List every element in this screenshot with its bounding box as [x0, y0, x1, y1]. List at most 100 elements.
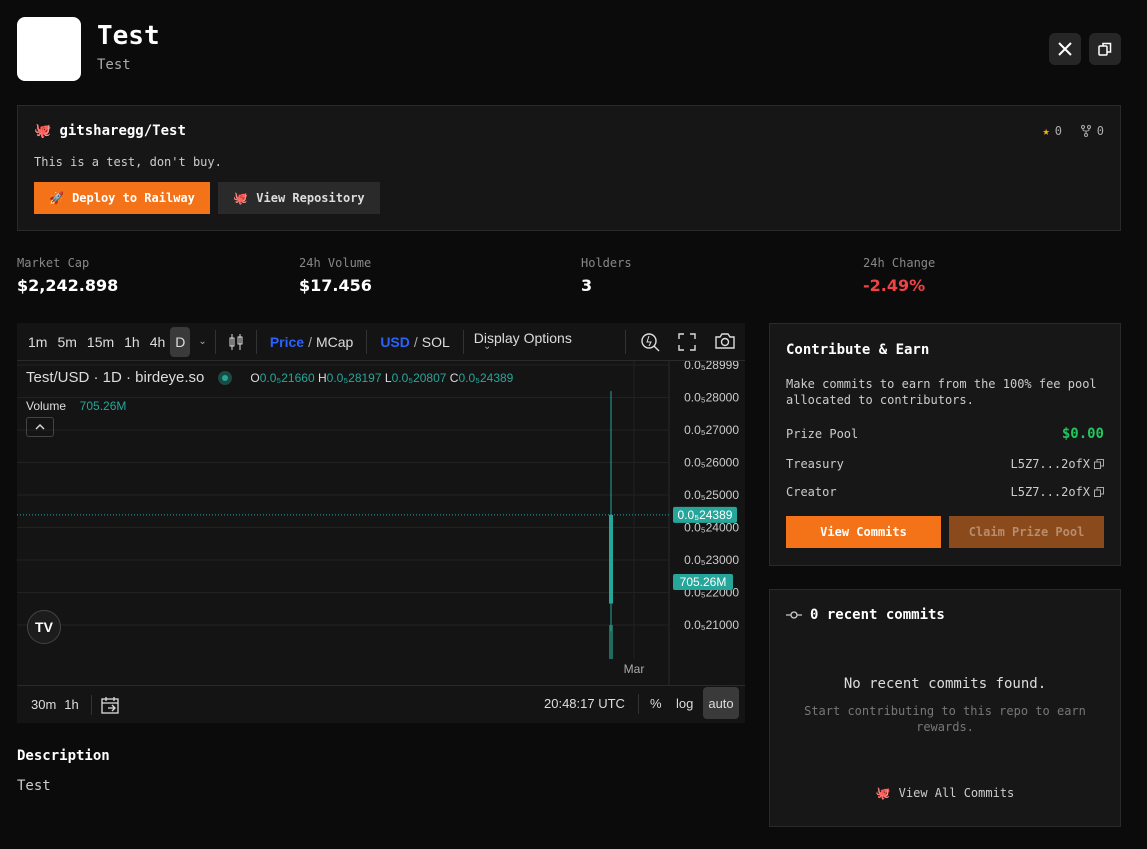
percent-scale-button[interactable]: % — [650, 696, 662, 711]
x-tick-label: Mar — [624, 662, 645, 676]
page-subtitle: Test — [97, 57, 131, 73]
view-all-commits-label: View All Commits — [898, 786, 1015, 800]
deploy-railway-button[interactable]: 🚀 Deploy to Railway — [34, 182, 210, 214]
toolbar-divider — [625, 330, 626, 354]
fork-count-value: 0 — [1096, 124, 1104, 138]
copy-icon[interactable] — [1094, 459, 1104, 469]
interval-1m[interactable]: 1m — [23, 334, 52, 350]
contribute-panel: Contribute & Earn Make commits to earn f… — [769, 323, 1121, 566]
stat-label: Market Cap — [17, 256, 90, 270]
calendar-goto-icon[interactable] — [100, 695, 120, 715]
stat-label: Holders — [581, 256, 632, 270]
auto-scale-button[interactable]: auto — [703, 687, 739, 719]
chevron-up-icon — [35, 424, 45, 430]
volume-value: 705.26M — [79, 399, 127, 413]
repo-card: 🐙 gitsharegg/Test This is a test, don't … — [17, 105, 1121, 231]
token-logo — [17, 17, 81, 81]
copy-button[interactable] — [1089, 33, 1121, 65]
chart-toolbar: 1m 5m 15m 1h 4h D ⌄ Price / MCap USD / S… — [17, 323, 745, 361]
footer-divider — [638, 694, 639, 714]
interval-15m[interactable]: 15m — [82, 334, 119, 350]
interval-d[interactable]: D — [170, 326, 191, 357]
ohlc-low: 0.0₅20807 — [391, 370, 447, 385]
interval-4h[interactable]: 4h — [145, 334, 171, 350]
copy-icon[interactable] — [1094, 487, 1104, 497]
view-repository-label: View Repository — [256, 191, 365, 205]
toggle-mcap[interactable]: MCap — [316, 334, 366, 350]
copy-icon — [1098, 42, 1112, 56]
range-1h[interactable]: 1h — [60, 697, 82, 712]
repo-name[interactable]: 🐙 gitsharegg/Test — [34, 123, 186, 139]
treasury-value: L5Z7...2ofX — [1010, 457, 1090, 471]
y-tick-label: 0.0₅23000 — [684, 553, 739, 567]
toggle-price[interactable]: Price — [257, 334, 304, 350]
chart-symbol[interactable]: Test/USD · 1D · birdeye.so — [26, 369, 204, 386]
display-options-button[interactable]: Display Options — [464, 330, 572, 346]
x-share-button[interactable] — [1049, 33, 1081, 65]
chart-legend: Test/USD · 1D · birdeye.so O0.0₅21660 H0… — [26, 369, 513, 386]
commits-panel: 0 recent commits No recent commits found… — [769, 589, 1121, 827]
tradingview-logo-icon[interactable]: TV — [27, 610, 61, 644]
interval-1h[interactable]: 1h — [119, 334, 145, 350]
chart-clock: 20:48:17 UTC — [544, 696, 625, 711]
treasury-label: Treasury — [786, 457, 844, 471]
creator-value: L5Z7...2ofX — [1010, 485, 1090, 499]
creator-label: Creator — [786, 485, 837, 499]
stat-market-cap: Market Cap $2,242.898 — [17, 256, 118, 295]
prize-pool-value: $0.00 — [1061, 426, 1104, 442]
repo-name-text: gitsharegg/Test — [59, 123, 186, 139]
camera-icon[interactable] — [714, 332, 736, 350]
claim-prize-pool-button[interactable]: Claim Prize Pool — [949, 516, 1104, 548]
chevron-down-icon[interactable]: ⌄ — [190, 336, 214, 347]
fork-icon — [1080, 125, 1091, 137]
empty-state-title: No recent commits found. — [843, 676, 1047, 692]
chevron-down-icon[interactable]: ⌄ — [483, 341, 491, 352]
treasury-address[interactable]: L5Z7...2ofX — [1011, 457, 1104, 471]
commits-title: 0 recent commits — [810, 607, 945, 623]
y-tick-label: 0.0₅28999 — [684, 361, 739, 372]
x-icon — [1058, 42, 1072, 56]
collapse-legend-button[interactable] — [26, 417, 54, 437]
rocket-icon: 🚀 — [49, 191, 65, 205]
range-30m[interactable]: 30m — [27, 697, 60, 712]
indicator-icon[interactable] — [639, 331, 661, 353]
octopus-icon: 🐙 — [34, 123, 52, 139]
star-count: ★ 0 — [1043, 124, 1062, 138]
prize-pool-label: Prize Pool — [786, 427, 859, 441]
view-repository-button[interactable]: 🐙 View Repository — [218, 182, 380, 214]
slash-separator: / — [308, 333, 312, 350]
commits-header: 0 recent commits — [786, 607, 945, 623]
toggle-usd[interactable]: USD — [367, 334, 410, 350]
deploy-label: Deploy to Railway — [72, 191, 195, 205]
stat-value: $17.456 — [299, 276, 372, 295]
toggle-sol[interactable]: SOL — [422, 334, 463, 350]
stat-value: -2.49% — [863, 276, 926, 295]
stat-label: 24h Volume — [299, 256, 372, 270]
log-scale-button[interactable]: log — [676, 696, 693, 711]
y-tick-label: 0.0₅28000 — [684, 390, 739, 404]
ohlc-close: 0.0₅24389 — [458, 370, 514, 385]
candles-icon[interactable] — [228, 333, 244, 351]
commit-icon — [786, 611, 802, 619]
toolbar-divider — [214, 329, 216, 354]
creator-address[interactable]: L5Z7...2ofX — [1011, 485, 1104, 499]
candle-body — [609, 514, 613, 604]
repo-description: This is a test, don't buy. — [34, 155, 222, 169]
interval-5m[interactable]: 5m — [52, 334, 81, 350]
empty-state-text: Start contributing to this repo to earn … — [804, 704, 1086, 734]
view-commits-button[interactable]: View Commits — [786, 516, 941, 548]
view-all-commits-link[interactable]: 🐙 View All Commits — [770, 786, 1120, 800]
footer-divider — [90, 694, 92, 715]
description-text: Test — [17, 778, 51, 794]
y-tick-label: 0.0₅25000 — [684, 488, 739, 502]
ohlc-high: 0.0₅28197 — [326, 370, 382, 385]
star-count-value: 0 — [1054, 124, 1062, 138]
ohlc-readout: O0.0₅21660 H0.0₅28197 L0.0₅20807 C0.0₅24… — [250, 370, 514, 385]
octopus-icon: 🐙 — [233, 191, 249, 205]
contribute-title: Contribute & Earn — [786, 342, 930, 358]
stat-value: 3 — [581, 276, 593, 295]
status-dot-icon — [218, 370, 233, 385]
ohlc-open: 0.0₅21660 — [259, 370, 315, 385]
fullscreen-icon[interactable] — [678, 333, 696, 351]
octopus-icon: 🐙 — [875, 786, 891, 800]
